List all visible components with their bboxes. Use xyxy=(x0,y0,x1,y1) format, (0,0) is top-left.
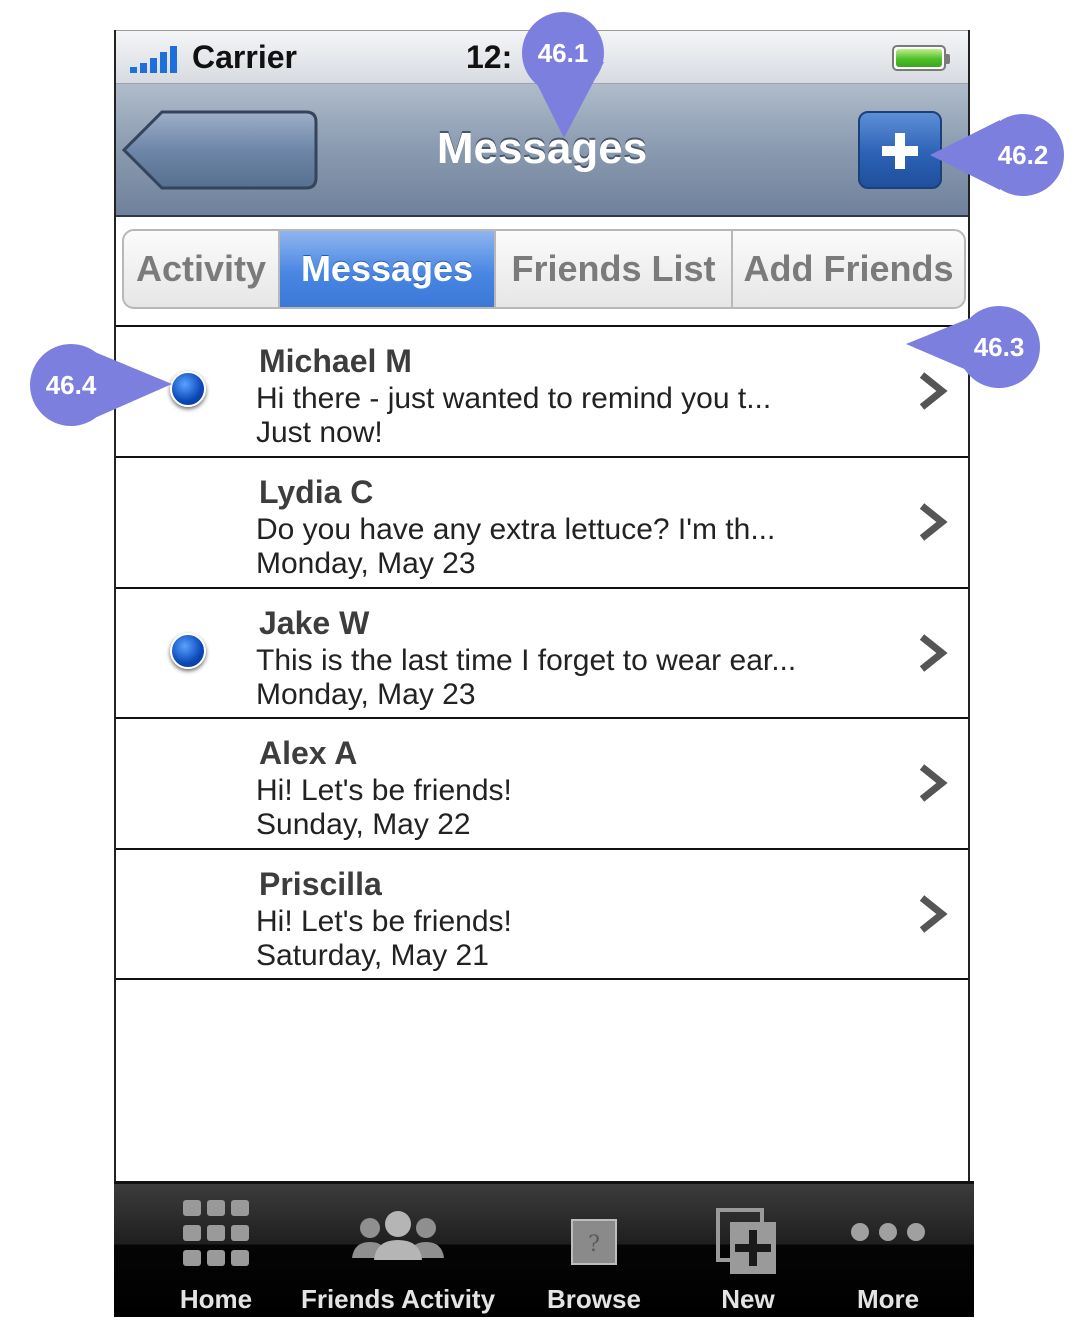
grid-icon xyxy=(183,1200,249,1266)
callout-46-4: 46.4 xyxy=(30,344,112,426)
sender-name: Lydia C xyxy=(259,474,374,510)
tab-browse[interactable]: ? Browse xyxy=(532,1184,656,1320)
tab-label: More xyxy=(856,1284,920,1314)
chevron-right-icon xyxy=(919,503,948,541)
segmented-control: Activity Messages Friends List Add Frien… xyxy=(122,229,966,309)
tab-label: Home xyxy=(179,1284,253,1314)
message-preview: Hi there - just wanted to remind you t..… xyxy=(256,382,772,415)
message-row[interactable]: Alex A Hi! Let's be friends! Sunday, May… xyxy=(116,717,968,848)
message-time: Monday, May 23 xyxy=(256,547,476,580)
chevron-right-icon xyxy=(919,895,948,933)
message-time: Just now! xyxy=(256,416,383,449)
tab-home[interactable]: Home xyxy=(154,1184,278,1320)
question-icon: ? xyxy=(571,1219,617,1265)
segment-activity[interactable]: Activity xyxy=(124,231,280,307)
message-preview: Hi! Let's be friends! xyxy=(256,905,512,938)
chevron-right-icon xyxy=(919,764,948,802)
callout-46-2: 46.2 xyxy=(982,114,1064,196)
message-preview: Do you have any extra lettuce? I'm th... xyxy=(256,513,776,546)
message-time: Saturday, May 21 xyxy=(256,939,489,972)
message-preview: Hi! Let's be friends! xyxy=(256,774,512,807)
plus-icon xyxy=(882,133,918,169)
callout-46-1: 46.1 xyxy=(522,12,604,94)
status-time: 12: xyxy=(466,39,513,75)
tab-label: New xyxy=(721,1284,775,1314)
message-row[interactable]: Lydia C Do you have any extra lettuce? I… xyxy=(116,456,968,587)
message-preview: This is the last time I forget to wear e… xyxy=(256,644,797,677)
message-time: Monday, May 23 xyxy=(256,678,476,711)
callout-46-3: 46.3 xyxy=(958,306,1040,388)
carrier-label: Carrier xyxy=(192,39,297,75)
message-time: Sunday, May 22 xyxy=(256,808,471,841)
battery-icon xyxy=(892,45,950,71)
unread-dot-icon xyxy=(170,633,206,669)
segment-add-friends[interactable]: Add Friends xyxy=(733,231,964,307)
message-row[interactable]: Priscilla Hi! Let's be friends! Saturday… xyxy=(116,848,968,979)
sender-name: Michael M xyxy=(259,343,412,379)
sender-name: Priscilla xyxy=(259,866,382,902)
new-compose-icon xyxy=(716,1208,776,1274)
message-row[interactable]: Michael M Hi there - just wanted to remi… xyxy=(116,325,968,456)
tab-more[interactable]: More xyxy=(826,1184,950,1320)
chevron-right-icon xyxy=(919,634,948,672)
tab-bar: Home Friends Activity ? Browse New More xyxy=(114,1181,974,1317)
tab-friends-activity[interactable]: Friends Activity xyxy=(292,1184,504,1320)
segment-friends-list[interactable]: Friends List xyxy=(496,231,733,307)
tab-label: Friends Activity xyxy=(300,1284,496,1314)
svg-text:?: ? xyxy=(588,1232,600,1257)
sender-name: Jake W xyxy=(259,605,370,641)
list-divider xyxy=(116,978,968,980)
sender-name: Alex A xyxy=(259,735,358,771)
tab-new[interactable]: New xyxy=(686,1184,810,1320)
segment-messages[interactable]: Messages xyxy=(280,231,496,307)
signal-bars-icon xyxy=(130,31,186,85)
people-icon xyxy=(352,1211,444,1260)
message-row[interactable]: Jake W This is the last time I forget to… xyxy=(116,587,968,718)
more-dots-icon xyxy=(851,1223,925,1241)
tab-label: Browse xyxy=(547,1284,641,1314)
